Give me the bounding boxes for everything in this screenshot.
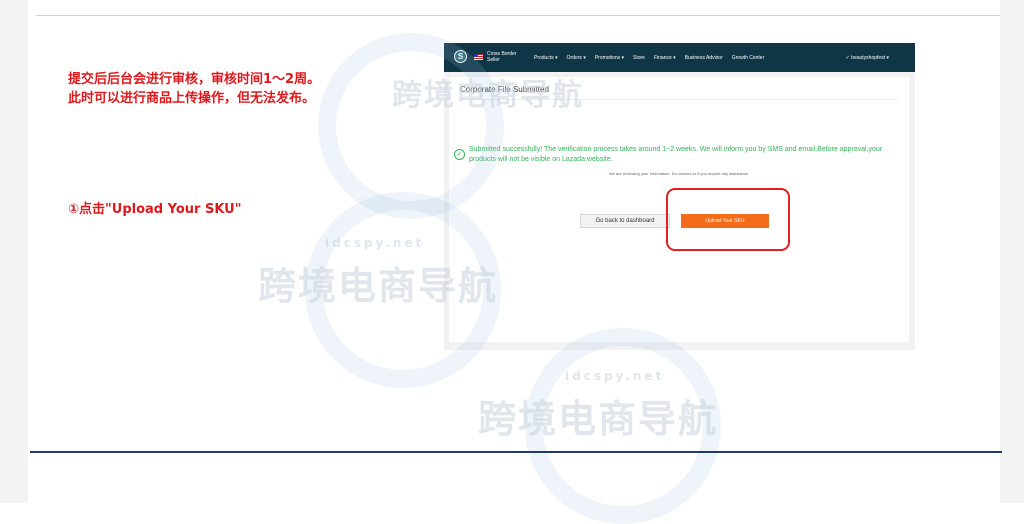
review-note: We are reviewing your information. Do co… [608,171,750,176]
success-message: Submitted successfully! The verification… [469,146,883,163]
step-instruction: ①点击"Upload Your SKU" [68,202,242,217]
menu-promotions[interactable]: Promotions ▾ [595,55,624,61]
bottom-divider [30,451,1002,453]
region-selector[interactable]: Cross Border Seller [487,51,516,63]
watermark-text-top: 跨境电商导航 [392,78,584,113]
region-line-2: Seller [487,57,500,63]
back-to-dashboard-button[interactable]: Go back to dashboard [580,214,670,228]
menu-growth-center[interactable]: Growth Center [732,55,765,61]
menu-finance[interactable]: Finance ▾ [654,55,676,61]
menu-business-advisor[interactable]: Business Advisor [685,55,723,61]
seller-center-navbar: S Cross Border Seller Products ▾ Orders … [444,43,915,72]
menu-store[interactable]: Store [633,55,645,61]
note-line-1: 提交后后台会进行审核，审核时间1～2周。 [68,72,321,87]
top-divider [36,15,1000,16]
main-menu: Products ▾ Orders ▾ Promotions ▾ Store F… [534,55,773,61]
user-account-menu[interactable]: ✓ beautyshopfest ▾ [846,55,889,61]
watermark-text-bottom: 跨境电商导航 [478,397,719,441]
slide-right-margin [1000,0,1024,503]
watermark-text-middle: 跨境电商导航 [258,264,499,308]
note-line-2: 此时可以进行商品上传操作，但无法发布。 [68,91,316,106]
menu-products[interactable]: Products ▾ [534,55,558,61]
menu-orders[interactable]: Orders ▾ [567,55,586,61]
slide-left-margin [0,0,28,503]
watermark-domain-middle: idcspy.net [325,236,425,250]
instruction-note: 提交后后台会进行审核，审核时间1～2周。 此时可以进行商品上传操作，但无法发布。 [68,70,320,108]
watermark-globe-top [318,33,504,219]
watermark-domain-bottom: idcspy.net [565,369,665,383]
upload-button-highlight [666,188,790,251]
